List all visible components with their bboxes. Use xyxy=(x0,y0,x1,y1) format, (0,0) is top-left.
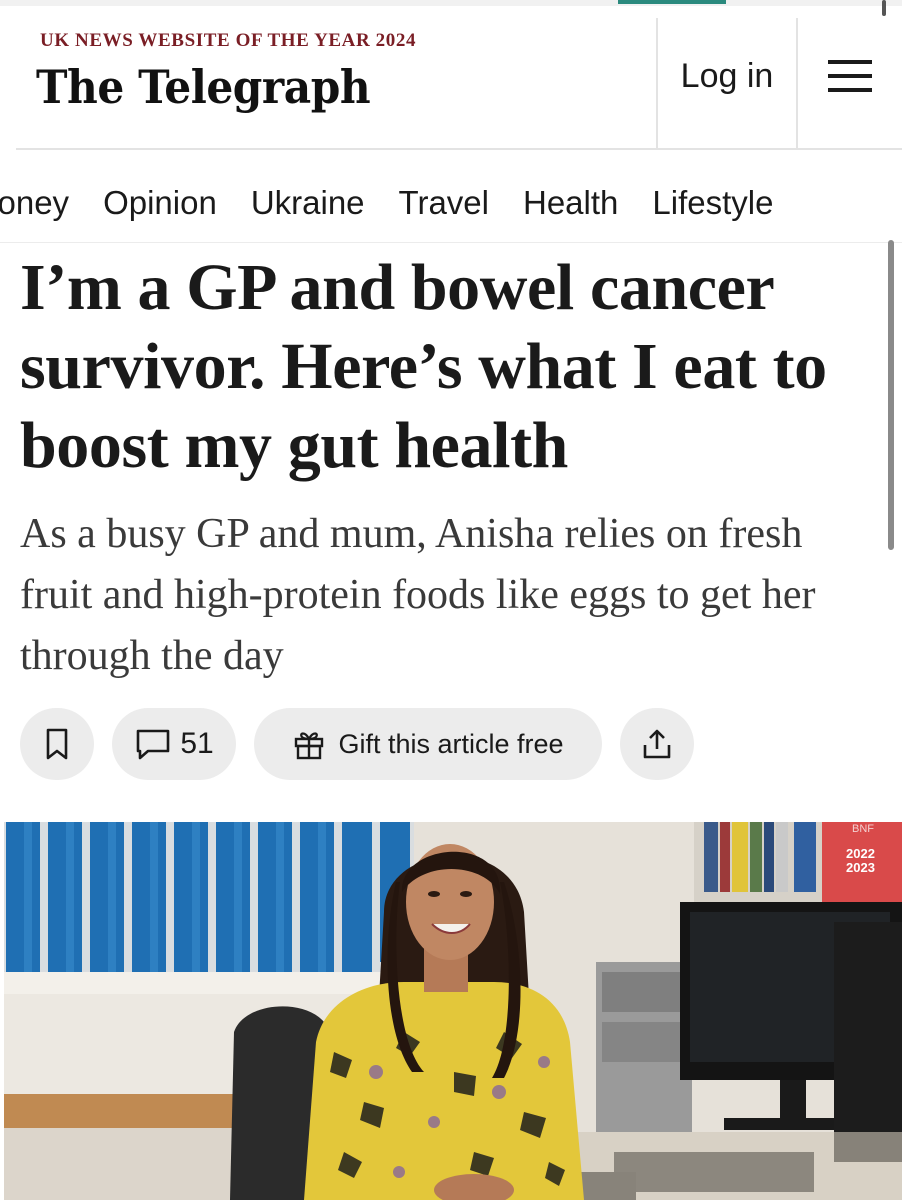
nav-item-travel[interactable]: Travel xyxy=(399,184,489,222)
browser-top-strip xyxy=(0,0,902,6)
nav-item-ukraine[interactable]: Ukraine xyxy=(251,184,365,222)
comment-bubble-icon xyxy=(137,729,170,760)
top-accent-bar xyxy=(618,0,726,4)
book-label-years: 2022 xyxy=(846,846,875,861)
hero-photo-illustration: BNF 2022 2023 xyxy=(4,822,902,1200)
book-label-top: BNF xyxy=(852,823,874,835)
telegraph-logo[interactable]: The Telegraph xyxy=(36,60,371,114)
article-hero-image[interactable]: BNF 2022 2023 xyxy=(4,822,902,1200)
gift-article-label: Gift this article free xyxy=(338,728,564,759)
page-scrollbar[interactable] xyxy=(888,240,894,550)
share-icon xyxy=(643,729,671,759)
top-scroll-tick xyxy=(882,0,886,16)
menu-button[interactable] xyxy=(798,18,902,148)
section-nav-track: Money Opinion Ukraine Travel Health Lifestyle xyxy=(0,184,807,222)
comments-button[interactable]: 51 xyxy=(112,708,236,780)
gift-icon xyxy=(295,732,324,760)
site-header: UK NEWS WEBSITE OF THE YEAR 2024 The Tel… xyxy=(16,18,902,150)
gift-article-button[interactable]: Gift this article free xyxy=(254,708,602,780)
hamburger-menu-icon xyxy=(828,60,872,92)
nav-item-opinion[interactable]: Opinion xyxy=(103,184,217,222)
share-button[interactable] xyxy=(620,708,694,780)
nav-item-money[interactable]: Money xyxy=(0,184,69,222)
nav-fade-overlay xyxy=(842,150,902,242)
bookmark-icon xyxy=(46,728,68,760)
section-nav: Money Opinion Ukraine Travel Health Lifestyle xyxy=(0,150,902,243)
bookmark-button[interactable] xyxy=(20,708,94,780)
article-headline: I’m a GP and bowel cancer survivor. Here… xyxy=(20,251,827,482)
header-tagline: UK NEWS WEBSITE OF THE YEAR 2024 xyxy=(40,30,417,51)
login-button[interactable]: Log in xyxy=(658,18,796,148)
nav-item-health[interactable]: Health xyxy=(523,184,618,222)
svg-text:2023: 2023 xyxy=(846,860,875,875)
nav-item-lifestyle[interactable]: Lifestyle xyxy=(652,184,773,222)
article-standfirst: As a busy GP and mum, Anisha relies on f… xyxy=(20,511,816,679)
comment-count: 51 xyxy=(180,727,214,760)
